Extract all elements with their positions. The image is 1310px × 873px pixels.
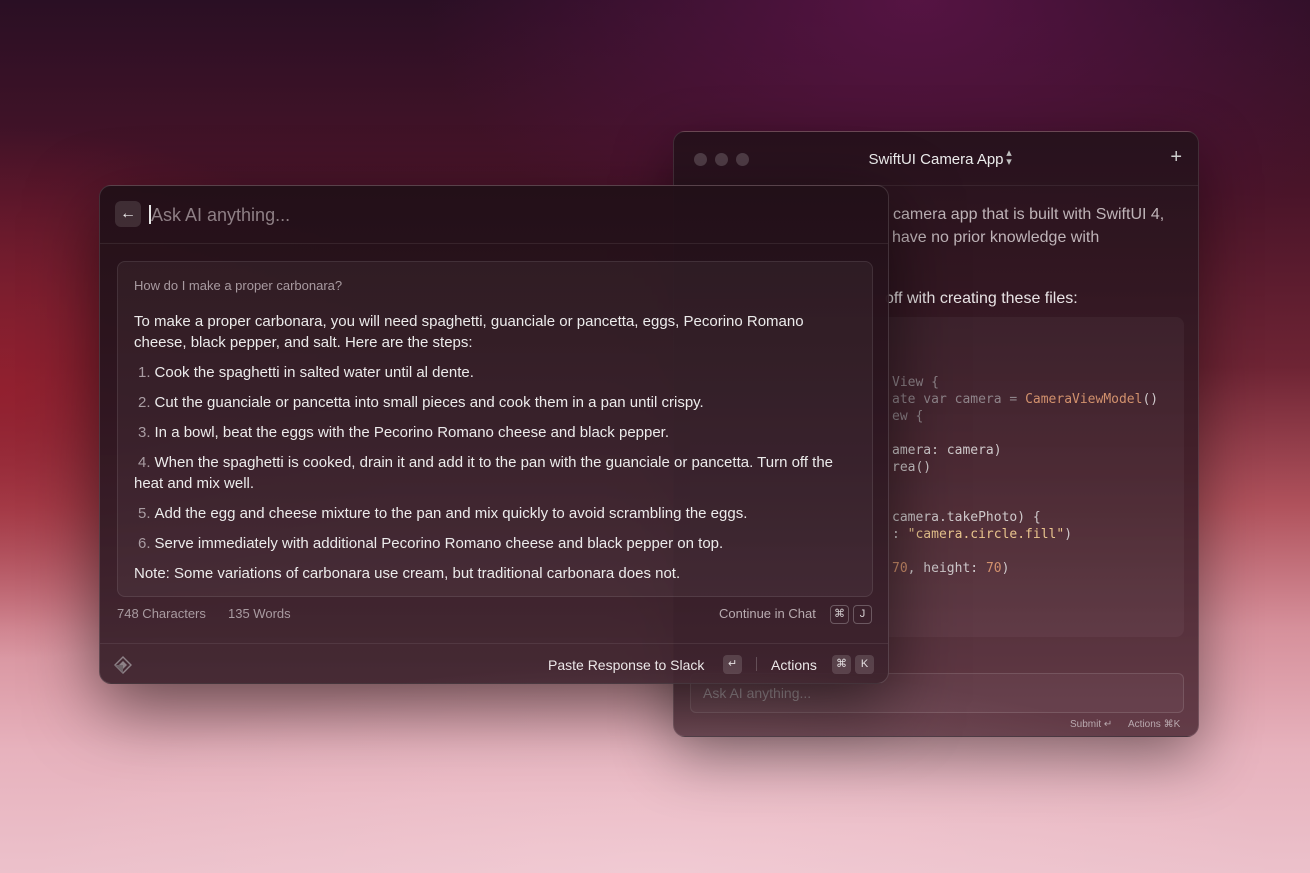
list-item: 4. When the spaghetti is cooked, drain it… (134, 454, 834, 492)
actions-button[interactable]: Actions (771, 657, 817, 673)
question-text: How do I make a proper carbonara? (134, 278, 343, 293)
panel-header: ← (100, 186, 888, 244)
arrow-left-icon[interactable]: ← (115, 201, 141, 227)
code-line: ew { (892, 409, 924, 424)
shortcut-key: J (853, 605, 872, 624)
list-item: 1. Cook the spaghetti in salted water unt… (138, 364, 474, 381)
answer-intro: To make a proper carbonara, you will nee… (134, 313, 804, 351)
chat-message-line: camera app that is built with SwiftUI 4, (893, 206, 1165, 223)
shortcut-key: K (855, 655, 874, 674)
word-count: 135 Words (228, 606, 291, 621)
submit-hint[interactable]: Submit ↵ (1070, 719, 1112, 730)
divider (756, 657, 757, 671)
code-line: ate var camera = CameraViewModel() (892, 392, 1159, 407)
list-item: 6. Serve immediately with additional Peco… (138, 535, 724, 552)
shortcut-key: ⌘ (830, 605, 849, 624)
chat-message-line: have no prior knowledge with (892, 229, 1100, 246)
code-line: 70, height: 70) (892, 561, 1010, 576)
code-line: amera: camera) (892, 443, 1002, 458)
list-item: 2. Cut the guanciale or pancetta into sma… (138, 394, 704, 411)
actions-hint[interactable]: Actions ⌘K (1128, 719, 1180, 730)
shortcut-key: ⌘ (832, 655, 851, 674)
code-line: rea() (892, 460, 932, 475)
list-item: 3. In a bowl, beat the eggs with the Peco… (138, 424, 670, 441)
chat-title[interactable]: SwiftUI Camera App (674, 151, 1198, 168)
ask-ai-input[interactable] (151, 200, 851, 230)
window-titlebar: SwiftUI Camera App ▴ ▾ + (674, 132, 1198, 186)
enter-key-icon: ↵ (723, 655, 742, 674)
continue-in-chat-button[interactable]: Continue in Chat (719, 606, 816, 621)
character-count: 748 Characters (117, 606, 206, 621)
paste-response-button[interactable]: Paste Response to Slack (548, 657, 704, 673)
ai-logo-icon (114, 656, 132, 674)
code-line: camera.takePhoto) { (892, 510, 1041, 525)
code-line: : "camera.circle.fill") (892, 527, 1073, 542)
chat-message-line: off with creating these files: (885, 290, 1078, 307)
code-line: View { (892, 375, 939, 390)
list-item: 5. Add the egg and cheese mixture to the … (138, 505, 748, 522)
quick-ai-panel: ← How do I make a proper carbonara? To m… (99, 185, 889, 684)
chevron-up-down-icon[interactable]: ▴ ▾ (1004, 148, 1014, 168)
answer-card: How do I make a proper carbonara? To mak… (117, 261, 873, 597)
new-chat-button[interactable]: + (1170, 146, 1182, 169)
panel-footer: Paste Response to Slack ↵ Actions ⌘ K (100, 643, 888, 683)
answer-note: Note: Some variations of carbonara use c… (134, 565, 681, 582)
steps-list: 1. Cook the spaghetti in salted water unt… (134, 362, 856, 554)
